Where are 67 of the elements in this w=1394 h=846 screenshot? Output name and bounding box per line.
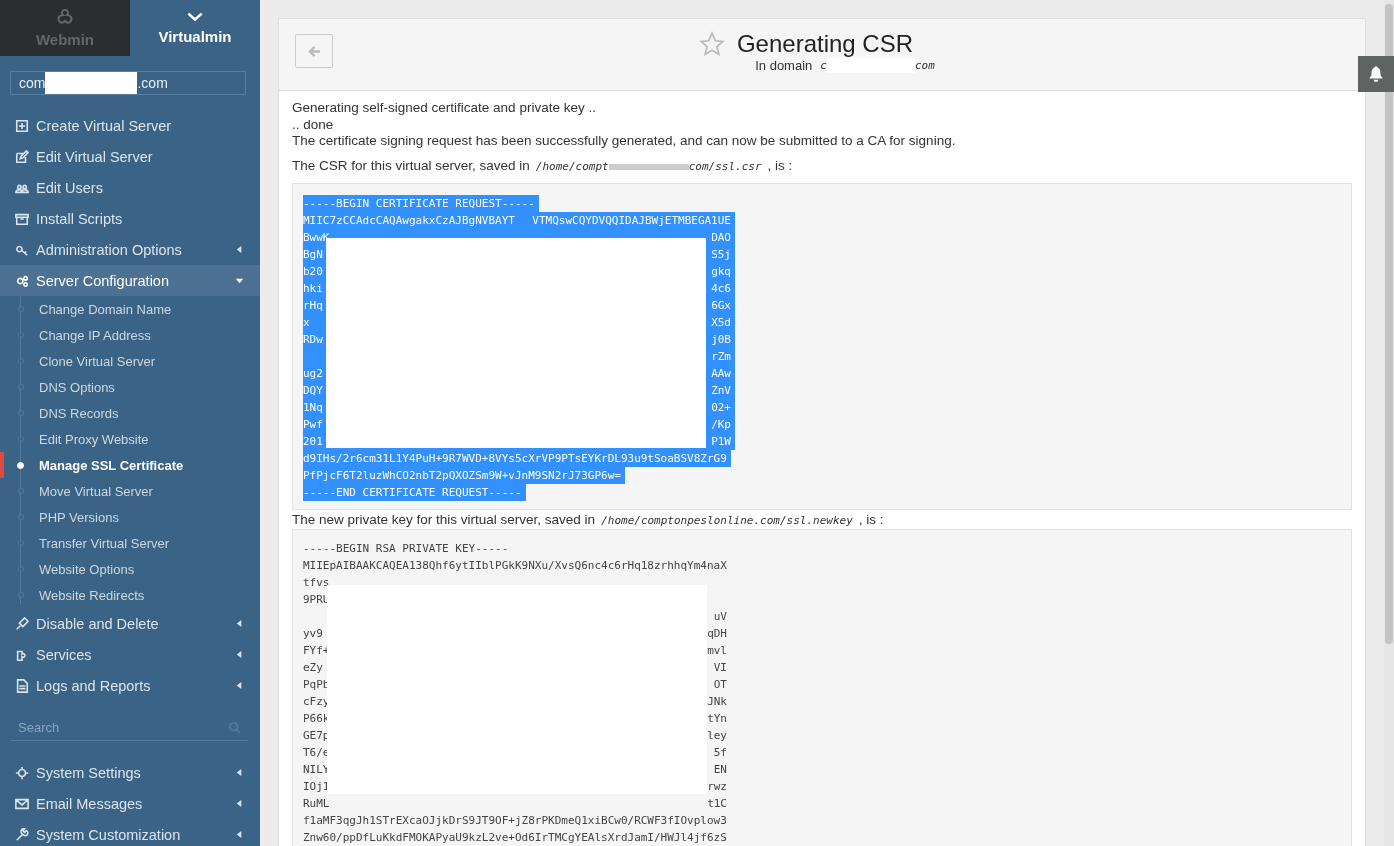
code-line: f1aMF3qgJh1STrEXcaOJjkDrS9JT9OF+jZ8rPKDmeQ1xiBCw0/RCWF3fIOvplow3 xyxy=(303,812,727,829)
bell-icon xyxy=(1367,65,1385,83)
submenu-item[interactable]: DNS Options xyxy=(0,374,260,400)
chevron-down-icon xyxy=(186,11,204,22)
menu-icon xyxy=(15,827,29,842)
status-message: Generating self-signed certificate and private key .. xyxy=(292,100,597,117)
menu-item[interactable]: Install Scripts xyxy=(0,203,260,234)
code-line: MIIEpAIBAAKCAQEA138Qhf6ytIIblPGkK9NXu/XvsQ6nc4c6rHq18zrhhqYm4naX xyxy=(303,557,727,574)
menu-icon xyxy=(15,118,29,133)
code-line: NILY EN xyxy=(303,761,727,778)
code-line: FYf+ mvl xyxy=(303,642,727,659)
menu-icon xyxy=(15,616,29,631)
code-line: P66k tYn xyxy=(303,710,727,727)
submenu-item[interactable]: Change Domain Name xyxy=(0,296,260,322)
submenu-item[interactable]: Website Redirects xyxy=(0,582,260,608)
menu-icon xyxy=(15,796,29,811)
submenu-item[interactable]: Edit Proxy Website xyxy=(0,426,260,452)
csr-intro: The CSR for this virtual server, saved in xyxy=(292,157,530,173)
code-line: IOj1 rwz xyxy=(303,778,727,795)
logo-icon xyxy=(55,8,75,25)
arrow-left-icon xyxy=(307,45,321,57)
submenu-item[interactable]: Manage SSL Certificate xyxy=(0,452,260,478)
menu-item[interactable]: System Settings xyxy=(0,757,260,788)
menu-item[interactable]: Disable and Delete xyxy=(0,608,260,639)
submenu-item[interactable]: Change IP Address xyxy=(0,322,260,348)
code-line: -----BEGIN RSA PRIVATE KEY----- xyxy=(303,540,509,557)
search-icon xyxy=(228,720,242,735)
menu-item[interactable]: Create Virtual Server xyxy=(0,110,260,141)
intro-suffix: , is : xyxy=(767,157,793,173)
menu-item[interactable]: Logs and Reports xyxy=(0,670,260,701)
menu-item[interactable]: System Customization xyxy=(0,819,260,846)
file-path: /home/compt com/ssl.csr xyxy=(534,159,763,173)
code-line: Znw60/ppDfLuKkdFMOKAPyaU9kzL2ve+Od6IrTMCgYEAlsXrdJamI/HWJl4jf6zS xyxy=(303,829,727,846)
file-path: /home/comptonpeslonline.com/ssl.newkey xyxy=(600,513,854,527)
subtitle-label: In domain xyxy=(755,58,813,73)
submenu-item[interactable]: Website Options xyxy=(0,556,260,582)
menu-icon xyxy=(15,211,29,226)
submenu-item[interactable]: DNS Records xyxy=(0,400,260,426)
menu-item[interactable]: Edit Virtual Server xyxy=(0,141,260,172)
menu-icon xyxy=(15,765,29,780)
menu-icon xyxy=(15,273,29,288)
menu-icon xyxy=(15,678,29,693)
scrollbar[interactable] xyxy=(1384,0,1394,846)
domain-select[interactable]: com .com xyxy=(10,71,246,95)
submenu-item[interactable]: PHP Versions xyxy=(0,504,260,530)
submenu-item[interactable]: Move Virtual Server xyxy=(0,478,260,504)
code-line: tfvs xyxy=(303,574,330,591)
intro-suffix: , is : xyxy=(858,511,884,527)
code-line: RuML t1C xyxy=(303,795,727,812)
menu-item[interactable]: Administration Options xyxy=(0,234,260,265)
notification-button[interactable] xyxy=(1358,56,1394,92)
star-icon[interactable] xyxy=(698,31,725,57)
key-intro: The new private key for this virtual server, saved in xyxy=(292,511,596,527)
menu-item[interactable]: Edit Users xyxy=(0,172,260,203)
submenu-item[interactable]: Transfer Virtual Server xyxy=(0,530,260,556)
search-field[interactable]: Search xyxy=(16,719,228,736)
status-message: The certificate signing request has been successfully generated, and can now be submitted to a CA for signing. xyxy=(292,133,957,150)
code-line: yv9 qDH xyxy=(303,625,727,642)
status-message: .. done xyxy=(292,116,335,133)
page-title: Generating CSR xyxy=(736,30,914,58)
code-line: uV xyxy=(712,608,727,625)
menu-icon xyxy=(15,149,29,164)
code-line: eZy VI xyxy=(303,659,727,676)
menu-item[interactable]: Services xyxy=(0,639,260,670)
domain-text: c com xyxy=(820,58,935,73)
submenu-item[interactable]: Clone Virtual Server xyxy=(0,348,260,374)
menu-item[interactable]: Email Messages xyxy=(0,788,260,819)
